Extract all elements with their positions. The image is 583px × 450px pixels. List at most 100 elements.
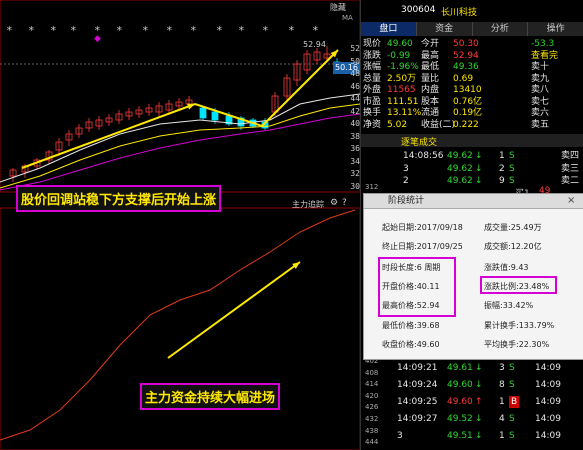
ma5-line: [0, 93, 360, 183]
settings-gear-icon[interactable]: ⚙: [330, 198, 338, 208]
ma-label: MA: [342, 14, 353, 22]
quote-side: 卖七: [531, 96, 550, 107]
tick-cell: ↓: [475, 363, 483, 373]
close-icon[interactable]: ×: [567, 194, 575, 208]
ma20-line: [0, 113, 360, 191]
tick-cell: S: [509, 431, 515, 441]
quote-value: 0.76亿: [453, 96, 483, 107]
candle-body: [199, 107, 207, 119]
tick-cell: S: [509, 163, 515, 174]
tick-row: 14:09:24 49.60 ↓ 8 S 14:09: [363, 379, 583, 391]
tab-operation[interactable]: 操作: [528, 22, 583, 36]
tick-cell: 9: [499, 176, 505, 186]
tick-cell: 3: [403, 163, 409, 174]
volume: 成交量:25.49万: [484, 223, 542, 232]
axis-tick: 42: [350, 106, 360, 116]
star-marker: *: [312, 24, 319, 37]
quote-value: 50.30: [453, 39, 479, 49]
tick-cell: ↓: [475, 414, 483, 424]
quote-label: 今开: [421, 39, 440, 49]
quote-value: 13.11%: [387, 108, 422, 118]
quote-value: 0.222: [453, 119, 479, 130]
indicator-label[interactable]: 主力追踪: [292, 199, 324, 210]
quote-value: -0.99: [387, 50, 411, 61]
tick-cell: 4: [499, 414, 505, 424]
tick-cell: 卖三: [561, 163, 580, 174]
tick-cell: 14:09: [535, 380, 561, 390]
quote-label: 最低: [421, 62, 440, 72]
quote-row: 市盈 111.51 股本 0.76亿 卖七: [363, 96, 583, 108]
tick-cell: ↓: [475, 151, 483, 161]
quote-label: 量比: [421, 73, 440, 84]
tick-cell: ↓: [475, 163, 483, 174]
stage-stats-dialog[interactable]: 阶段统计 × 起始日期:2017/09/18 成交量:25.49万 终止日期:2…: [363, 193, 583, 360]
quote-row: 涨跌 -0.99 最高 52.94 查看完: [363, 50, 583, 62]
amplitude: 振幅:33.42%: [484, 301, 534, 310]
tick-cell: 1: [499, 397, 505, 407]
dialog-titlebar[interactable]: 阶段统计 ×: [364, 194, 583, 209]
tick-cell: S: [509, 380, 515, 390]
caption-support-rally: 股价回调站稳下方支撑后开始上涨: [16, 185, 222, 212]
quote-label: 内盘: [421, 85, 440, 95]
event-diamond-icon: ◆: [94, 34, 101, 44]
tick-row: 14:09:21 49.61 ↓ 3 S 14:09: [363, 362, 583, 374]
quote-row: 总量 2.50万 量比 0.69 卖九: [363, 73, 583, 85]
quote-label: 股本: [421, 96, 440, 107]
tick-cell: 14:09:21: [397, 363, 438, 373]
cum-turnover: 累计换手:133.79%: [484, 321, 555, 330]
quote-value: 13410: [453, 85, 482, 95]
quote-label: 最高: [421, 50, 440, 61]
amount: 成交额:12.20亿: [484, 242, 542, 251]
tick-cell: S: [509, 151, 515, 161]
axis-tick: 40: [350, 119, 360, 128]
star-marker: *: [238, 24, 245, 37]
tick-cell: 14:09: [535, 414, 561, 424]
low-price: 最低价格:39.68: [382, 321, 440, 330]
quote-label: 现价: [363, 39, 382, 49]
quote-value: 0.19亿: [453, 108, 483, 118]
axis-tick: 34: [350, 156, 360, 166]
axis-tick: 32: [350, 169, 360, 178]
tick-cell: 1: [499, 151, 505, 161]
tick-cell: 49.60: [447, 397, 473, 407]
quote-row: 涨幅 -1.96% 最低 49.36 卖十: [363, 61, 583, 73]
axis-tick: 46: [350, 81, 360, 91]
star-marker: *: [216, 24, 223, 37]
axis-tick: 312: [365, 183, 379, 191]
quote-label: 净资: [363, 119, 382, 130]
star-marker: *: [70, 24, 77, 37]
tick-cell: 8: [499, 380, 505, 390]
quote-row: 现价 49.60 今开 50.30 -53.3: [363, 38, 583, 50]
stock-name: 长川科技: [441, 8, 478, 18]
tick-cell: ↑: [475, 397, 483, 407]
star-marker: *: [6, 24, 13, 37]
tick-cell: ↓: [475, 380, 483, 390]
kline-chart[interactable]: 隐藏 MA * * * * * * * * * * * * * * ◆ 52.94 50.16 52 50 48…: [0, 0, 360, 450]
tab-funds[interactable]: 资金: [416, 22, 473, 36]
deal-header: 逐笔成交: [361, 134, 583, 148]
tick-cell: 2: [403, 176, 409, 186]
quote-value: 49.60: [387, 39, 413, 49]
tick-row: 14:08:56 49.62 ↓ 1 S 卖四: [363, 150, 583, 162]
change-value: 涨跌值:9.43: [484, 263, 529, 272]
tab-orderbook[interactable]: 盘口: [361, 22, 417, 36]
uptrend-arrow-head: [187, 103, 195, 110]
highlight-box-right: [480, 276, 557, 294]
help-icon[interactable]: ?: [342, 198, 347, 208]
quote-side: -53.3: [531, 39, 555, 49]
quote-side: 卖九: [531, 73, 550, 84]
axis-tick: 36: [350, 144, 360, 153]
tick-cell: ↓: [475, 431, 483, 441]
quote-side: 卖五: [531, 119, 550, 130]
quote-label: 收益(二): [421, 119, 456, 130]
tab-analysis[interactable]: 分析: [472, 22, 529, 36]
tick-cell: S: [509, 414, 515, 424]
tick-row: 14:09:25 49.60 ↑ 1 B 14:09: [363, 396, 583, 408]
quote-side: 卖十: [531, 62, 550, 72]
star-marker: *: [166, 24, 173, 37]
quote-side: 查看完: [531, 50, 559, 61]
inflow-arrow: [167, 261, 301, 359]
hide-toggle[interactable]: 隐藏: [330, 2, 346, 13]
tick-cell: 49.60: [447, 380, 473, 390]
axis-tick: 52: [350, 44, 360, 53]
